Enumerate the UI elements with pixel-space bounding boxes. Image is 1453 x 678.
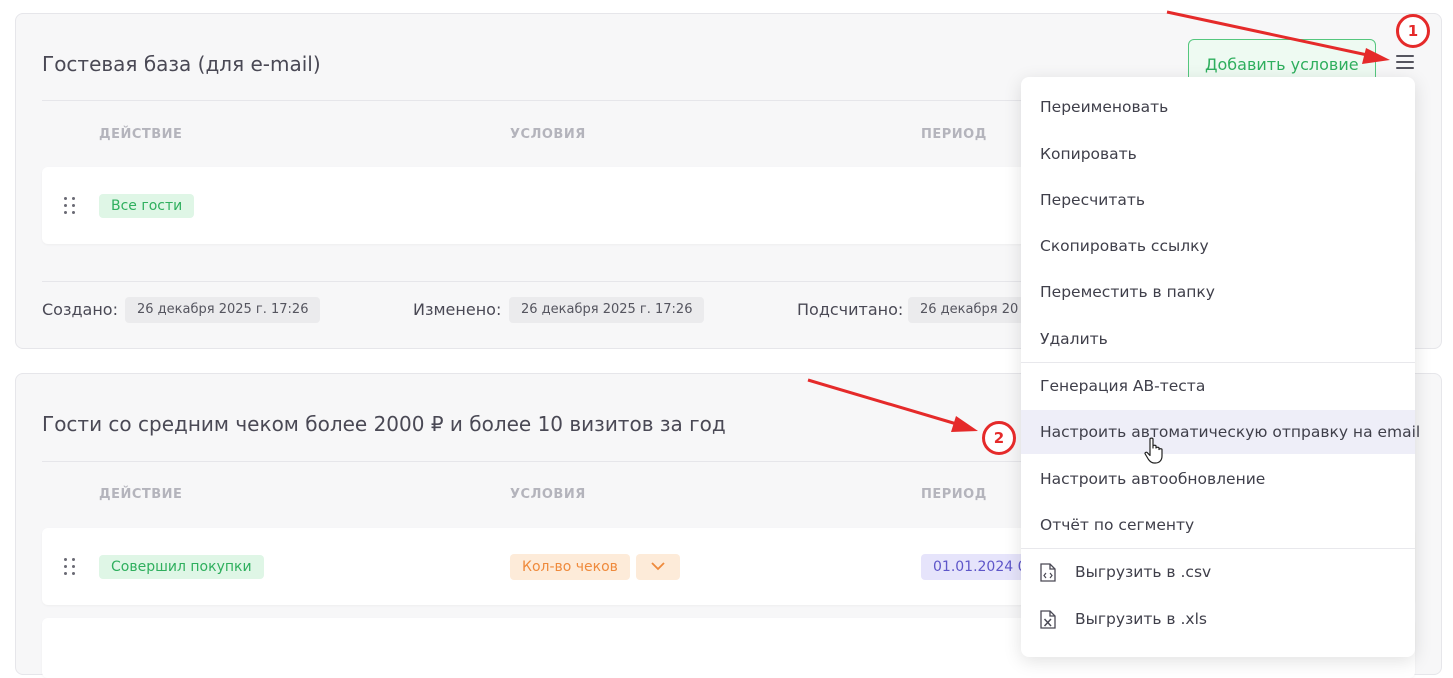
menu-separator [1021, 362, 1415, 363]
annotation-badge-2: 2 [982, 421, 1016, 455]
condition-expand-button[interactable] [636, 554, 680, 580]
menu-item-rename[interactable]: Переименовать [1021, 85, 1415, 129]
column-header-action: ДЕЙСТВИЕ [99, 127, 183, 142]
modified-value: 26 декабря 2025 г. 17:26 [509, 297, 705, 323]
menu-item-label: Выгрузить в .xls [1075, 610, 1207, 628]
action-tag[interactable]: Совершил покупки [99, 555, 264, 579]
menu-item-auto-email[interactable]: Настроить автоматическую отправку на ema… [1021, 410, 1420, 454]
counted-label: Подсчитано: [797, 300, 904, 319]
menu-item-copy-link[interactable]: Скопировать ссылку [1021, 224, 1415, 268]
created-label: Создано: [42, 300, 118, 319]
menu-item-export-csv[interactable]: Выгрузить в .csv [1021, 550, 1415, 594]
menu-item-export-xls[interactable]: Выгрузить в .xls [1021, 597, 1415, 641]
segment-title: Гости со средним чеком более 2000 ₽ и бо… [42, 412, 726, 436]
menu-item-auto-update[interactable]: Настроить автообновление [1021, 457, 1415, 501]
modified-label: Изменено: [413, 300, 502, 319]
column-header-conditions: УСЛОВИЯ [510, 127, 586, 142]
menu-item-recount[interactable]: Пересчитать [1021, 178, 1415, 222]
annotation-badge-1: 1 [1396, 14, 1430, 48]
action-tag[interactable]: Все гости [99, 194, 195, 218]
segment-actions-menu: Переименовать Копировать Пересчитать Ско… [1021, 77, 1420, 657]
menu-item-label: Выгрузить в .csv [1075, 563, 1212, 581]
drag-handle-icon[interactable] [64, 197, 76, 215]
column-header-conditions: УСЛОВИЯ [510, 487, 586, 502]
menu-item-copy[interactable]: Копировать [1021, 132, 1415, 176]
hand-cursor-icon [1144, 437, 1163, 464]
chevron-down-icon [651, 562, 665, 571]
created-value: 26 декабря 2025 г. 17:26 [125, 297, 321, 323]
segment-title: Гостевая база (для e-mail) [42, 52, 321, 76]
column-header-period: ПЕРИОД [921, 487, 987, 502]
menu-item-delete[interactable]: Удалить [1021, 317, 1415, 361]
counted-value: 26 декабря 20 [908, 297, 1031, 323]
menu-icon[interactable] [1396, 55, 1414, 69]
menu-item-segment-report[interactable]: Отчёт по сегменту [1021, 503, 1415, 547]
menu-separator [1021, 548, 1415, 549]
column-header-period: ПЕРИОД [921, 127, 987, 142]
csv-file-icon [1040, 563, 1056, 582]
drag-handle-icon[interactable] [64, 558, 76, 576]
menu-item-move-to-folder[interactable]: Переместить в папку [1021, 270, 1415, 314]
menu-item-ab-test[interactable]: Генерация AB-теста [1021, 364, 1415, 408]
condition-tag[interactable]: Кол-во чеков [510, 554, 630, 580]
column-header-action: ДЕЙСТВИЕ [99, 487, 183, 502]
xls-file-icon [1040, 610, 1056, 629]
